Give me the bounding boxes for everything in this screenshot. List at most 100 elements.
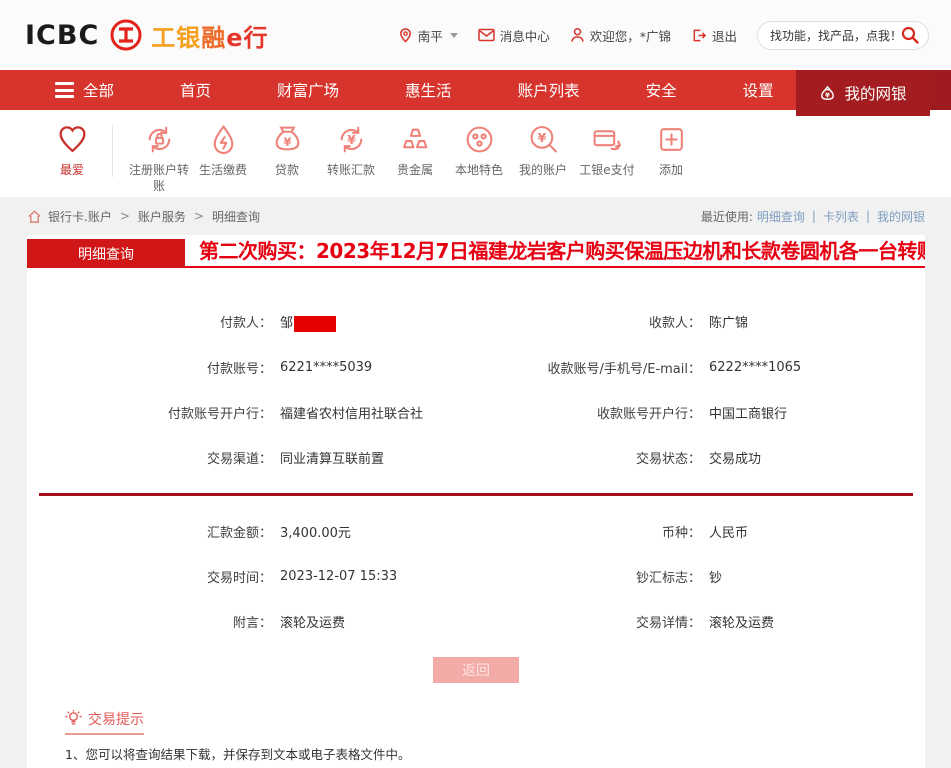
breadcrumb-item-detail-query: 明细查询 xyxy=(212,208,260,225)
transfer-yuan-icon: ¥ xyxy=(335,123,368,156)
quick-item-label: 贵金属 xyxy=(397,162,433,178)
svg-text:¥: ¥ xyxy=(826,90,831,99)
payer-bank: 福建省农村信用社联合社 xyxy=(272,403,423,422)
dotted-circle-icon xyxy=(463,123,496,156)
location-selector[interactable]: 南平 xyxy=(398,26,458,45)
field-memo: 附言： 滚轮及运费 xyxy=(27,612,476,631)
quick-item-register-transfer[interactable]: 注册账户转账 xyxy=(127,123,191,197)
page-title: 明细查询 xyxy=(27,239,185,268)
location-pin-icon xyxy=(398,27,413,44)
quick-item-local-features[interactable]: 本地特色 xyxy=(447,123,511,197)
icbc-logo-text: ICBC xyxy=(25,20,99,51)
transaction-status: 交易成功 xyxy=(701,448,761,467)
my-ebank-tab[interactable]: ¥ 我的网银 xyxy=(796,70,930,116)
logout-icon xyxy=(691,28,707,43)
recent-link-my-ebank[interactable]: 我的网银 xyxy=(877,208,925,225)
money-bag-yuan-icon: ¥ xyxy=(271,123,304,156)
nav-item-security[interactable]: 安全 xyxy=(646,79,677,101)
tips-section: 交易提示 1、您可以将查询结果下载，并保存到文本或电子表格文件中。 2、本功能只… xyxy=(65,709,925,768)
svg-text:¥: ¥ xyxy=(283,135,291,149)
quick-item-life-payment[interactable]: 生活缴费 xyxy=(191,123,255,197)
field-cash-flag: 钞汇标志： 钞 xyxy=(476,567,925,586)
brand-name: 工银融e行 xyxy=(151,18,268,53)
quick-item-label: 生活缴费 xyxy=(199,162,247,178)
logout-label: 退出 xyxy=(712,26,737,45)
recent-separator: | xyxy=(812,209,816,223)
recent-link-detail-query[interactable]: 明细查询 xyxy=(757,208,805,225)
caret-down-icon xyxy=(450,33,458,38)
quick-item-label: 转账汇款 xyxy=(327,162,375,178)
quick-item-favorite[interactable]: 最爱 xyxy=(40,123,104,197)
quick-icon-row: 最爱 注册账户转账 生活缴费 ¥ 贷款 ¥ 转账汇款 贵金属 本地特色 xyxy=(0,110,951,197)
breadcrumb: 银行卡.账户 > 账户服务 > 明细查询 xyxy=(27,208,260,225)
nav-item-accounts[interactable]: 账户列表 xyxy=(518,79,580,101)
nav-item-life[interactable]: 惠生活 xyxy=(405,79,452,101)
annotation-text: 第二次购买：2023年12月7日福建龙岩客户购买保温压边机和长款卷圆机各一台转账… xyxy=(185,235,925,268)
location-label: 南平 xyxy=(418,26,443,45)
icbc-logo: ICBC 工银融e行 xyxy=(25,18,269,53)
payer-account: 6221****5039 xyxy=(272,360,372,375)
quick-item-precious-metals[interactable]: 贵金属 xyxy=(383,123,447,197)
nav-item-home[interactable]: 首页 xyxy=(180,79,211,101)
field-channel: 交易渠道： 同业清算互联前置 xyxy=(27,448,476,467)
quick-item-label: 本地特色 xyxy=(455,162,503,178)
quick-item-loan[interactable]: ¥ 贷款 xyxy=(255,123,319,197)
field-row: 付款人： 邹 收款人： 陈广锦 xyxy=(27,312,925,332)
field-payee-bank: 收款账号开户行： 中国工商银行 xyxy=(476,403,925,422)
mail-icon xyxy=(478,28,495,42)
nav-item-settings[interactable]: 设置 xyxy=(743,79,774,101)
field-payer-account: 付款账号： 6221****5039 xyxy=(27,358,476,377)
currency: 人民币 xyxy=(701,522,748,541)
field-row: 交易时间： 2023-12-07 15:33 钞汇标志： 钞 xyxy=(27,567,925,586)
main-nav: 全部 首页 财富广场 惠生活 账户列表 安全 设置 ¥ 我的网银 xyxy=(0,70,951,110)
payer-name: 邹 xyxy=(280,316,293,331)
breadcrumb-item-bankcard[interactable]: 银行卡.账户 xyxy=(48,208,112,225)
fields-bottom: 汇款金额： 3,400.00元 币种： 人民币 交易时间： 2023-12-07… xyxy=(27,522,925,631)
svg-text:¥: ¥ xyxy=(347,133,356,147)
field-amount: 汇款金额： 3,400.00元 xyxy=(27,522,476,541)
back-button[interactable]: 返回 xyxy=(433,657,519,683)
recent-link-card-list[interactable]: 卡列表 xyxy=(823,208,859,225)
logout-link[interactable]: 退出 xyxy=(691,26,737,45)
breadcrumb-separator: > xyxy=(120,209,130,223)
nav-item-all[interactable]: 全部 xyxy=(83,79,114,101)
breadcrumb-separator: > xyxy=(194,209,204,223)
transaction-detail: 滚轮及运费 xyxy=(701,612,774,631)
user-icon xyxy=(570,27,585,43)
quick-item-transfer-remit[interactable]: ¥ 转账汇款 xyxy=(319,123,383,197)
field-payer-bank: 付款账号开户行： 福建省农村信用社联合社 xyxy=(27,403,476,422)
quick-item-epay[interactable]: 工银e支付 xyxy=(575,123,639,197)
welcome-user[interactable]: 欢迎您，*广锦 xyxy=(570,26,671,45)
payee-bank: 中国工商银行 xyxy=(701,403,787,422)
message-center-link[interactable]: 消息中心 xyxy=(478,26,550,45)
gold-bars-icon xyxy=(399,123,432,156)
home-icon[interactable] xyxy=(27,209,42,224)
quick-item-label: 工银e支付 xyxy=(579,162,634,178)
search-input[interactable] xyxy=(770,28,900,42)
tips-header: 交易提示 xyxy=(65,709,144,735)
nav-item-wealth[interactable]: 财富广场 xyxy=(277,79,339,101)
search-icon[interactable] xyxy=(900,25,920,45)
quick-item-my-account[interactable]: ¥ 我的账户 xyxy=(511,123,575,197)
hamburger-menu-icon[interactable] xyxy=(55,82,74,98)
vertical-divider xyxy=(112,125,113,177)
field-detail: 交易详情： 滚轮及运费 xyxy=(476,612,925,631)
cash-remit-flag: 钞 xyxy=(701,567,722,586)
heart-icon xyxy=(56,123,89,156)
memo: 滚轮及运费 xyxy=(272,612,345,631)
field-currency: 币种： 人民币 xyxy=(476,522,925,541)
field-status: 交易状态： 交易成功 xyxy=(476,448,925,467)
quick-item-add[interactable]: 添加 xyxy=(639,123,703,197)
search-box[interactable] xyxy=(757,21,929,50)
breadcrumb-item-account-service[interactable]: 账户服务 xyxy=(138,208,186,225)
field-row: 汇款金额： 3,400.00元 币种： 人民币 xyxy=(27,522,925,541)
field-time: 交易时间： 2023-12-07 15:33 xyxy=(27,567,476,586)
field-row: 交易渠道： 同业清算互联前置 交易状态： 交易成功 xyxy=(27,448,925,467)
tips-title: 交易提示 xyxy=(88,709,144,729)
field-payee: 收款人： 陈广锦 xyxy=(476,312,925,332)
quick-item-label: 注册账户转账 xyxy=(127,162,191,194)
redaction-box xyxy=(294,316,336,332)
quick-item-label: 添加 xyxy=(659,162,683,178)
tips-list: 1、您可以将查询结果下载，并保存到文本或电子表格文件中。 2、本功能只支持查询账… xyxy=(65,744,925,768)
yuan-magnifier-icon: ¥ xyxy=(527,123,560,156)
